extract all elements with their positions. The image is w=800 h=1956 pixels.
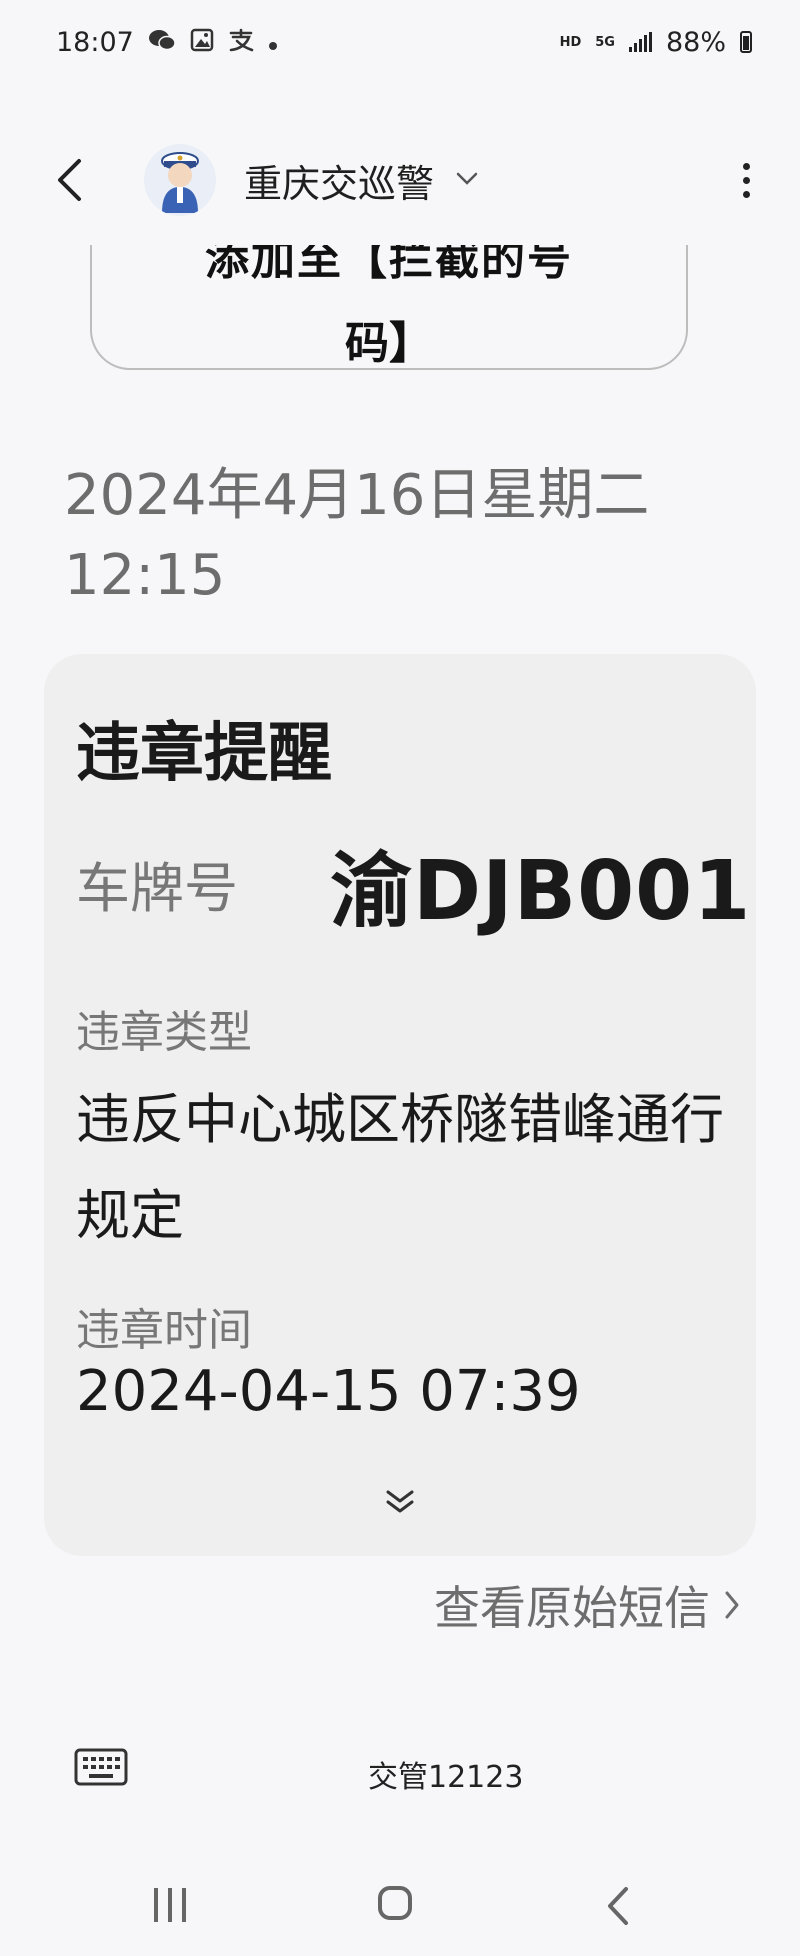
- status-bar: 18:07 HD 5G 88%: [0, 0, 800, 84]
- wechat-icon: [148, 28, 176, 57]
- previous-message-line-2: 码】: [345, 318, 433, 369]
- view-original-label: 查看原始短信: [434, 1581, 710, 1635]
- gallery-icon: [190, 28, 214, 57]
- keyboard-icon: [74, 1748, 128, 1786]
- previous-message-bubble[interactable]: 添加至【拦截的号 码】: [90, 245, 688, 370]
- signal-icon: [628, 32, 652, 52]
- contact-name[interactable]: 重庆交巡警: [244, 153, 434, 208]
- violation-time-value: 2024-04-15 07:39: [76, 1359, 581, 1424]
- status-time: 18:07: [56, 26, 134, 58]
- shortcode-label[interactable]: 交管12123: [368, 1752, 523, 1796]
- hd-indicator: HD: [559, 34, 582, 50]
- nav-back-icon[interactable]: [606, 1886, 630, 1930]
- expand-card-button[interactable]: [374, 1482, 426, 1522]
- battery-percent: 88%: [665, 26, 726, 58]
- recent-apps-icon[interactable]: [154, 1888, 186, 1922]
- navigation-bar: [0, 1858, 800, 1956]
- plate-value: 渝DJB001: [330, 844, 752, 939]
- back-button[interactable]: [24, 135, 114, 225]
- status-right: HD 5G 88%: [560, 27, 752, 58]
- avatar-police-icon: [161, 152, 199, 213]
- plate-label: 车牌号: [76, 857, 238, 920]
- violation-card[interactable]: 违章提醒 车牌号 渝DJB001 违章类型 违反中心城区桥隧错峰通行规定 违章时…: [44, 654, 756, 1556]
- 5g-indicator: 5G: [595, 34, 615, 50]
- home-icon[interactable]: [378, 1886, 412, 1920]
- conversation-header: 重庆交巡警: [0, 130, 800, 230]
- chevron-right-icon: [725, 1591, 739, 1619]
- view-original-sms-link[interactable]: 查看原始短信: [434, 1572, 740, 1638]
- back-icon: [58, 159, 81, 201]
- chevron-down-icon: [456, 172, 478, 185]
- battery-icon: [740, 31, 752, 53]
- dot-icon: [268, 27, 278, 58]
- double-chevron-down-icon: [386, 1490, 414, 1513]
- keyboard-button[interactable]: [74, 1746, 128, 1790]
- more-vert-icon: [742, 162, 750, 170]
- violation-type-label: 违章类型: [76, 1007, 252, 1058]
- contact-avatar[interactable]: [144, 144, 216, 216]
- contact-menu-toggle[interactable]: [456, 171, 478, 190]
- violation-type-value: 违反中心城区桥隧错峰通行规定: [76, 1088, 724, 1247]
- alipay-icon: [228, 28, 254, 57]
- more-options-button[interactable]: [716, 135, 776, 225]
- violation-time-label: 违章时间: [76, 1305, 252, 1356]
- message-date: 2024年4月16日星期二 12:15: [64, 463, 650, 608]
- status-left: 18:07: [56, 27, 278, 58]
- card-title: 违章提醒: [76, 717, 332, 791]
- previous-message-line-1: 添加至【拦截的号: [205, 245, 573, 285]
